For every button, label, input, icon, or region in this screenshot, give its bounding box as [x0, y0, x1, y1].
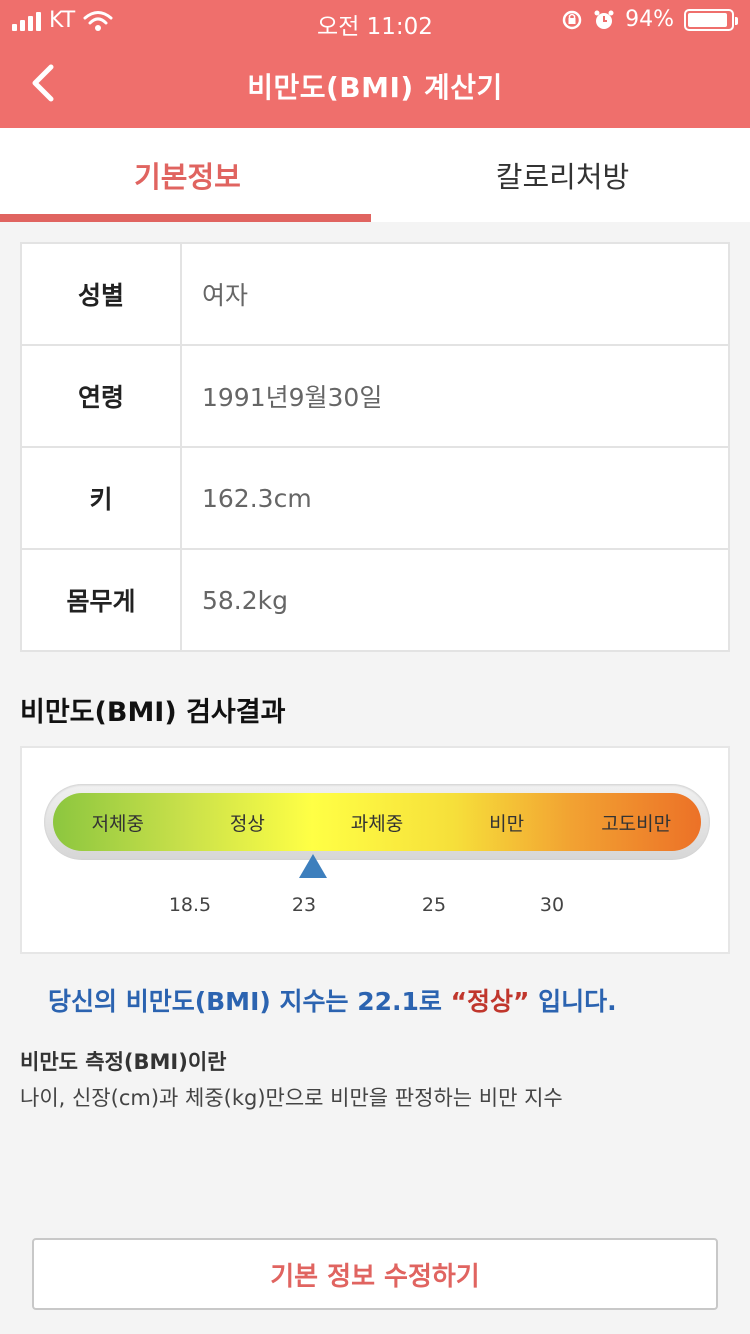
- gender-label: 성별: [20, 242, 182, 346]
- status-bar: KT 오전 11:02 94%: [0, 0, 750, 42]
- bmi-result-text: 당신의 비만도(BMI) 지수는 22.1로 “정상” 입니다.: [48, 982, 617, 1018]
- gauge-label-normal: 정상: [229, 812, 265, 835]
- bmi-gauge-bar: 저체중 정상 과체중 비만 고도비만: [53, 793, 701, 851]
- birthdate-label: 연령: [20, 344, 182, 448]
- status-right: 94%: [561, 7, 738, 32]
- edit-basic-info-button[interactable]: 기본 정보 수정하기: [32, 1238, 718, 1310]
- gender-value: 여자: [180, 242, 730, 346]
- gauge-label-severely-obese: 고도비만: [601, 812, 672, 835]
- battery-percent: 94%: [625, 7, 674, 32]
- gauge-tick: 23: [291, 894, 317, 916]
- result-section-title: 비만도(BMI) 검사결과: [20, 697, 286, 728]
- table-row: 연령 1991년9월30일: [20, 344, 730, 448]
- orientation-lock-icon: [562, 10, 582, 29]
- tab-basic-info[interactable]: 기본정보: [0, 128, 375, 222]
- bmi-definition-title: 비만도 측정(BMI)이란: [20, 1050, 227, 1074]
- page-title: 비만도(BMI) 계산기: [247, 71, 503, 104]
- bmi-marker-icon: [299, 854, 328, 878]
- bmi-gauge-card: 저체중 정상 과체중 비만 고도비만 18.5 23 25 30: [20, 746, 730, 954]
- gauge-tick: 30: [539, 894, 565, 916]
- height-value: 162.3cm: [180, 446, 730, 550]
- height-label: 키: [20, 446, 182, 550]
- app-header: KT 오전 11:02 94% 비만도(BMI) 계산기: [0, 0, 750, 128]
- bmi-gauge: 저체중 정상 과체중 비만 고도비만: [44, 784, 710, 860]
- gauge-label-underweight: 저체중: [91, 812, 145, 835]
- basic-info-table: 성별 여자 연령 1991년9월30일 키 162.3cm 몸무게 58.2kg: [20, 242, 730, 652]
- tab-bar: 기본정보 칼로리처방: [0, 128, 750, 222]
- birthdate-value: 1991년9월30일: [180, 344, 730, 448]
- gauge-tick: 25: [421, 894, 447, 916]
- table-row: 성별 여자: [20, 242, 730, 346]
- result-category: “정상”: [450, 987, 530, 1016]
- active-tab-indicator: [0, 214, 371, 222]
- gauge-tick: 18.5: [168, 894, 212, 916]
- table-row: 몸무게 58.2kg: [20, 548, 730, 652]
- battery-fill: [688, 12, 728, 27]
- bmi-definition-description: 나이, 신장(cm)과 체중(kg)만으로 비만을 판정하는 비만 지수: [20, 1086, 563, 1110]
- result-prefix: 당신의 비만도(BMI) 지수는 22.1로: [48, 987, 451, 1016]
- weight-label: 몸무게: [20, 548, 182, 652]
- table-row: 키 162.3cm: [20, 446, 730, 550]
- weight-value: 58.2kg: [180, 548, 730, 652]
- gauge-label-overweight: 과체중: [350, 812, 404, 835]
- alarm-icon: [594, 10, 614, 29]
- result-suffix: 입니다.: [529, 987, 617, 1016]
- nav-bar: 비만도(BMI) 계산기: [0, 42, 750, 128]
- gauge-label-obese: 비만: [489, 812, 525, 835]
- battery-icon: [684, 8, 738, 31]
- tab-calorie-prescription[interactable]: 칼로리처방: [375, 128, 750, 222]
